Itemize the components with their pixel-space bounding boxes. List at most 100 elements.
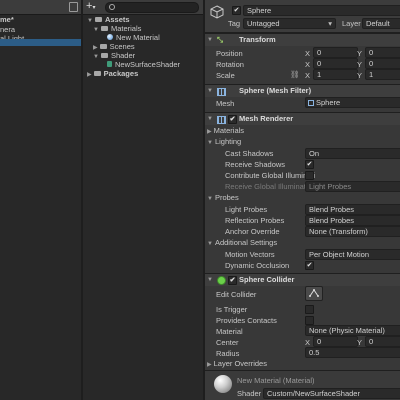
probes-foldout[interactable]: ▼ Probes (207, 193, 400, 203)
mesh-renderer-header[interactable]: ▼ ✔ Mesh Renderer (205, 112, 400, 125)
edit-collider-button[interactable] (305, 286, 323, 301)
motion-vectors-dropdown[interactable]: Per Object Motion (305, 249, 400, 260)
axis-y-label: Y (357, 60, 363, 69)
link-icon[interactable]: ⛓ (290, 70, 300, 79)
layer-overrides-label: Layer Overrides (213, 359, 267, 368)
light-probes-dropdown[interactable]: Blend Probes (305, 204, 400, 215)
tree-label: Packages (103, 69, 139, 78)
tag-dropdown[interactable]: Untagged (243, 18, 336, 29)
receive-shadows-checkbox[interactable]: ✔ (305, 160, 314, 169)
expand-arrow-icon[interactable]: ▼ (207, 196, 213, 202)
folder-icon (99, 43, 107, 49)
expand-arrow-icon[interactable]: ▼ (93, 54, 99, 60)
mesh-label: Mesh (216, 99, 235, 108)
expand-arrow-icon[interactable]: ▼ (207, 274, 213, 286)
add-button[interactable]: +▾ (86, 0, 95, 15)
folder-icon (93, 70, 101, 76)
center-x-field[interactable]: 0 (313, 336, 358, 347)
expand-arrow-icon[interactable]: ▼ (207, 34, 213, 46)
anchor-override-label: Anchor Override (225, 227, 280, 236)
axis-x-label: X (305, 71, 311, 80)
axis-y-label: Y (357, 49, 363, 58)
contribute-gi-label: Contribute Global Illuminati (225, 171, 316, 180)
folder-icon (100, 52, 108, 58)
grid-icon (217, 116, 226, 124)
cube-icon (210, 5, 224, 21)
axis-y-label: Y (357, 338, 363, 347)
tree-label: Scenes (109, 42, 135, 51)
expand-arrow-icon[interactable]: ▼ (93, 27, 99, 33)
collapse-arrow-icon[interactable]: ▶ (207, 362, 212, 368)
is-trigger-checkbox[interactable] (305, 305, 314, 314)
scale-x-field[interactable]: 1 (313, 69, 358, 80)
provides-contacts-checkbox[interactable] (305, 316, 314, 325)
mesh-value: Sphere (316, 98, 341, 107)
project-toolbar: +▾ (83, 0, 203, 15)
mesh-renderer-enabled-checkbox[interactable]: ✔ (228, 115, 237, 124)
expand-arrow-icon[interactable]: ▼ (207, 140, 213, 146)
mesh-filter-title: Sphere (Mesh Filter) (239, 86, 312, 95)
shader-file-icon (107, 61, 112, 68)
materials-label: Materials (213, 126, 245, 135)
folder-icon (94, 16, 102, 22)
layer-overrides-foldout[interactable]: ▶ Layer Overrides (207, 359, 400, 369)
tree-label: New Material (116, 33, 160, 42)
object-name-field[interactable]: Sphere (243, 5, 400, 16)
radius-field[interactable]: 0.5 (305, 347, 400, 358)
collapse-arrow-icon[interactable]: ▶ (87, 72, 92, 78)
contribute-gi-checkbox[interactable] (305, 171, 314, 180)
material-section: New Material (Material) Shader Custom/Ne… (205, 370, 400, 400)
scene-row[interactable]: me* (0, 15, 81, 25)
shader-dropdown[interactable]: Custom/NewSurfaceShader (263, 388, 400, 399)
layer-dropdown[interactable]: Default (362, 18, 400, 29)
center-label: Center (216, 338, 239, 347)
reflection-probes-dropdown[interactable]: Blend Probes (305, 215, 400, 226)
dynamic-occlusion-checkbox[interactable]: ✔ (305, 261, 314, 270)
rotation-y-field[interactable]: 0 (365, 58, 400, 69)
tree-label: Shader (110, 51, 136, 60)
tree-item-packages[interactable]: ▶ Packages (87, 69, 203, 79)
hierarchy-item-sphere[interactable] (0, 39, 81, 46)
tag-label: Tag (228, 19, 241, 28)
radius-label: Radius (216, 349, 240, 358)
expand-arrow-icon[interactable]: ▼ (207, 113, 213, 125)
lighting-foldout[interactable]: ▼ Lighting (207, 137, 400, 147)
mesh-filter-header[interactable]: ▼ Sphere (Mesh Filter) (205, 84, 400, 97)
transform-icon: ⤡ (217, 35, 223, 44)
anchor-override-field[interactable]: None (Transform) (305, 226, 400, 237)
expand-arrow-icon[interactable]: ▼ (207, 241, 213, 247)
material-name: New Material (Material) (237, 376, 315, 385)
transform-header[interactable]: ▼ ⤡ Transform (205, 33, 400, 46)
axis-x-label: X (305, 338, 311, 347)
sphere-collider-header[interactable]: ▼ ✔ Sphere Collider (205, 273, 400, 286)
mesh-field[interactable]: Sphere (305, 97, 400, 108)
center-y-field[interactable]: 0 (365, 336, 400, 347)
hierarchy-menu-icon[interactable] (69, 2, 78, 12)
probes-label: Probes (214, 193, 239, 202)
provides-contacts-label: Provides Contacts (216, 316, 277, 325)
mesh-icon (308, 100, 314, 106)
rotation-x-field[interactable]: 0 (313, 58, 358, 69)
project-search-field[interactable] (105, 2, 199, 13)
scale-y-field[interactable]: 1 (365, 69, 400, 80)
position-y-field[interactable]: 0 (365, 47, 400, 58)
folder-icon (100, 25, 108, 31)
position-x-field[interactable]: 0 (313, 47, 358, 58)
materials-foldout[interactable]: ▶ Materials (207, 126, 400, 136)
collapse-arrow-icon[interactable]: ▶ (207, 129, 212, 135)
object-active-checkbox[interactable]: ✔ (232, 6, 241, 15)
cast-shadows-dropdown[interactable]: On (305, 148, 400, 159)
axis-x-label: X (305, 49, 311, 58)
cast-shadows-label: Cast Shadows (225, 149, 274, 158)
rotation-label: Rotation (216, 60, 244, 69)
tree-label: Materials (110, 24, 142, 33)
physic-material-field[interactable]: None (Physic Material) (305, 325, 400, 336)
project-panel: +▾ ▼ Assets ▼ Materials New Material ▶ Scen… (83, 0, 203, 400)
additional-settings-foldout[interactable]: ▼ Additional Settings (207, 238, 400, 248)
sphere-collider-enabled-checkbox[interactable]: ✔ (228, 276, 237, 285)
hierarchy-header (0, 0, 81, 15)
scene-name: me* (0, 15, 14, 24)
expand-arrow-icon[interactable]: ▼ (207, 85, 213, 97)
layer-label: Layer (342, 19, 361, 28)
physic-material-label: Material (216, 327, 243, 336)
